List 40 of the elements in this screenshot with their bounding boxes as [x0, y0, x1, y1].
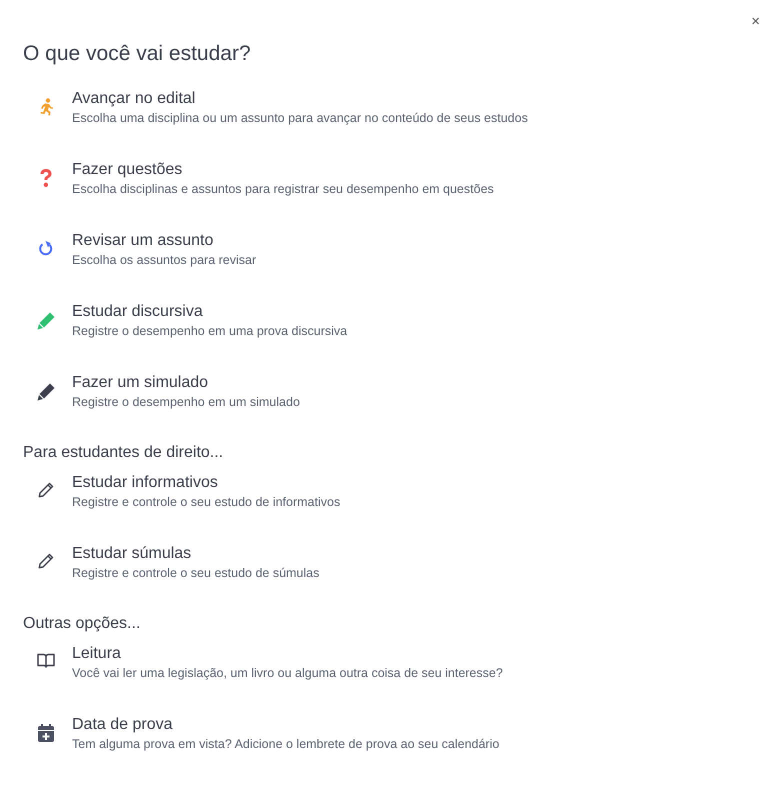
option-description: Registre o desempenho em um simulado — [72, 394, 300, 411]
option-item[interactable]: Estudar súmulas Registre e controle o seu estudo de súmulas — [23, 544, 755, 615]
section-heading: Outras opções... — [23, 615, 142, 633]
option-title: Data de prova — [72, 715, 174, 735]
option-item[interactable]: Data de prova Tem alguma prova em vista? Adicione o lembrete de prova ao seu calendário — [23, 715, 755, 786]
runner-icon — [38, 98, 54, 116]
calendar-plus-icon — [38, 724, 54, 742]
dialog-title: O que você vai estudar? — [23, 42, 252, 66]
pencil-icon — [36, 311, 56, 330]
option-item[interactable]: Estudar informativos Registre e controle o seu estudo de informativos — [23, 473, 755, 544]
close-button[interactable]: × — [751, 14, 760, 29]
option-item[interactable]: Fazer um simulado Registre o desempenho em um simulado — [23, 373, 755, 444]
option-title: Fazer um simulado — [72, 373, 210, 393]
pencil-icon — [38, 553, 54, 569]
option-title: Estudar discursiva — [72, 302, 204, 322]
option-description: Escolha os assuntos para revisar — [72, 252, 256, 269]
option-title: Avançar no edital — [72, 89, 196, 109]
option-title: Leitura — [72, 644, 122, 664]
option-title: Fazer questões — [72, 160, 184, 180]
option-item[interactable]: Fazer questões Escolha disciplinas e assuntos para registrar seu desempenho em questões — [23, 160, 755, 231]
option-description: Escolha disciplinas e assuntos para registrar seu desempenho em questões — [72, 181, 494, 198]
option-description: Registre o desempenho em uma prova discursiva — [72, 323, 348, 340]
pencil-icon — [36, 382, 56, 401]
option-description: Registre e controle o seu estudo de súmulas — [72, 565, 320, 582]
option-item[interactable]: Avançar no edital Escolha uma disciplina ou um assunto para avançar no conteúdo de seus estudos — [23, 89, 755, 160]
option-item[interactable]: Estudar discursiva Registre o desempenho em uma prova discursiva — [23, 302, 755, 373]
option-description: Escolha uma disciplina ou um assunto para avançar no conteúdo de seus estudos — [72, 110, 528, 127]
section-heading: Para estudantes de direito... — [23, 444, 224, 462]
option-description: Você vai ler uma legislação, um livro ou alguma outra coisa de seu interesse? — [72, 665, 503, 682]
option-title: Estudar súmulas — [72, 544, 192, 564]
option-item[interactable]: Leitura Você vai ler uma legislação, um livro ou alguma outra coisa de seu interesse? — [23, 644, 755, 715]
refresh-icon — [39, 240, 53, 256]
option-title: Estudar informativos — [72, 473, 219, 493]
option-item[interactable]: Revisar um assunto Escolha os assuntos para revisar — [23, 231, 755, 302]
option-description: Tem alguma prova em vista? Adicione o lembrete de prova ao seu calendário — [72, 736, 500, 753]
book-icon — [37, 653, 55, 668]
pencil-icon — [38, 482, 54, 498]
question-mark-icon — [40, 169, 52, 188]
option-title: Revisar um assunto — [72, 231, 214, 251]
option-description: Registre e controle o seu estudo de informativos — [72, 494, 340, 511]
